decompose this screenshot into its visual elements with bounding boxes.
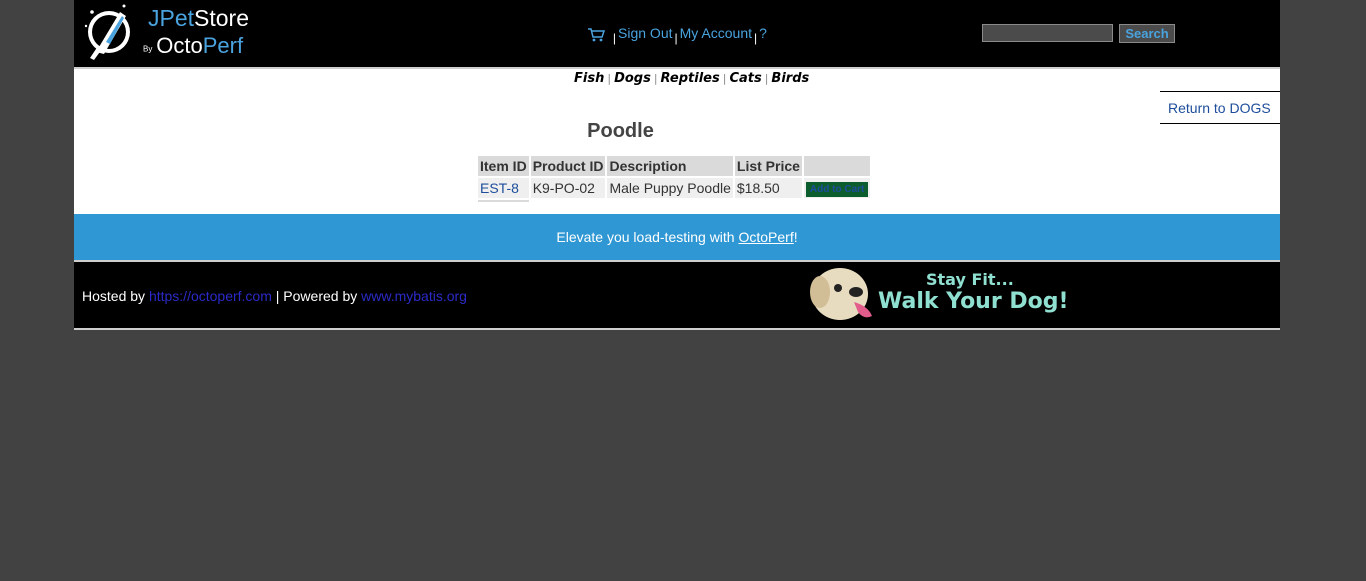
product-title: Poodle bbox=[587, 120, 654, 142]
footer-cell bbox=[735, 200, 802, 202]
logo-by: By bbox=[143, 44, 153, 54]
quicklink-separator: | bbox=[607, 72, 612, 85]
search-input[interactable] bbox=[982, 24, 1113, 42]
search-button[interactable]: Search bbox=[1119, 24, 1175, 43]
my-account-link[interactable]: My Account bbox=[680, 25, 752, 41]
column-header-list-price: List Price bbox=[734, 156, 802, 176]
add-to-cart-button[interactable]: Add to Cart bbox=[805, 182, 869, 197]
footer-cell bbox=[607, 200, 732, 202]
logo-brand-octo: Octo bbox=[156, 33, 203, 58]
table-footer-row bbox=[478, 200, 870, 202]
sign-out-link[interactable]: Sign Out bbox=[618, 25, 672, 41]
promo-line-walk-your-dog: Walk Your Dog! bbox=[878, 289, 1069, 314]
footer-cell bbox=[804, 200, 870, 202]
logo-subtitle: By OctoPerf bbox=[143, 33, 243, 62]
footer-credits: Hosted by https://octoperf.com | Powered… bbox=[82, 288, 467, 304]
quicklink-reptiles[interactable]: Reptiles bbox=[661, 71, 720, 86]
promo-line-stay-fit: Stay Fit... bbox=[926, 270, 1014, 289]
column-header-action bbox=[803, 156, 871, 176]
header: JPetStore By OctoPerf | Sign Out | My Accou… bbox=[74, 0, 1280, 69]
column-header-item-id: Item ID bbox=[478, 156, 529, 176]
cell-item-id: EST-8 bbox=[478, 178, 529, 198]
hosted-by-label: Hosted by bbox=[82, 288, 149, 304]
column-header-product-id: Product ID bbox=[530, 156, 606, 176]
cart-icon bbox=[588, 28, 605, 42]
walk-your-dog-banner: Stay Fit... Walk Your Dog! bbox=[808, 262, 1078, 324]
table-row: EST-8 K9-PO-02 Male Puppy Poodle $18.50 … bbox=[478, 178, 871, 198]
mybatis-link[interactable]: www.mybatis.org bbox=[361, 288, 467, 304]
quicklink-birds[interactable]: Birds bbox=[771, 71, 809, 86]
quicklink-fish[interactable]: Fish bbox=[574, 71, 604, 86]
logo-word-jpet: JPet bbox=[148, 5, 195, 31]
cart-link[interactable] bbox=[588, 25, 611, 42]
octoperf-link[interactable]: https://octoperf.com bbox=[149, 288, 272, 304]
promo-banner: Elevate you load-testing with OctoPerf! bbox=[74, 214, 1280, 262]
footer-cell bbox=[478, 200, 529, 202]
logo-brand-perf: Perf bbox=[202, 33, 244, 58]
footer-cell bbox=[531, 200, 606, 202]
menu-separator: | bbox=[754, 31, 758, 45]
logo-title: JPetStore bbox=[148, 4, 249, 32]
rocket-icon bbox=[84, 4, 130, 60]
banner-text-end: ! bbox=[793, 229, 798, 245]
cell-product-id: K9-PO-02 bbox=[530, 178, 606, 198]
column-header-description: Description bbox=[607, 156, 733, 176]
quicklink-separator: | bbox=[764, 72, 769, 85]
octoperf-banner-link[interactable]: OctoPerf bbox=[738, 229, 793, 245]
table-header-row: Item ID Product ID Description List Pric… bbox=[478, 156, 871, 176]
cell-description: Male Puppy Poodle bbox=[607, 178, 733, 198]
footer: Hosted by https://octoperf.com | Powered… bbox=[74, 262, 1280, 330]
dog-face-icon bbox=[810, 268, 872, 320]
quicklink-cats[interactable]: Cats bbox=[729, 71, 761, 86]
quicklink-separator: | bbox=[653, 72, 658, 85]
main-content: Return to DOGS Poodle Item ID Product ID… bbox=[74, 91, 1280, 214]
return-to-dogs-link[interactable]: Return to DOGS bbox=[1168, 100, 1271, 116]
menu-separator: | bbox=[612, 31, 617, 45]
item-id-link[interactable]: EST-8 bbox=[480, 180, 519, 196]
page-wrapper: JPetStore By OctoPerf | Sign Out | My Accou… bbox=[74, 0, 1280, 330]
category-quicklinks: Fish | Dogs | Reptiles | Cats | Birds bbox=[74, 69, 1280, 91]
jpetstore-logo[interactable]: JPetStore By OctoPerf bbox=[82, 2, 262, 62]
menu-separator: | bbox=[674, 31, 678, 45]
logo-word-store: Store bbox=[194, 5, 250, 31]
items-table: Item ID Product ID Description List Pric… bbox=[476, 154, 872, 204]
quicklink-dogs[interactable]: Dogs bbox=[614, 71, 651, 86]
cell-action: Add to Cart bbox=[803, 178, 871, 198]
cell-list-price: $18.50 bbox=[734, 178, 802, 198]
header-menu: | Sign Out | My Account |? bbox=[588, 25, 767, 45]
quicklink-separator: | bbox=[722, 72, 727, 85]
back-link-box: Return to DOGS bbox=[1160, 91, 1280, 124]
quicklinks-list: Fish | Dogs | Reptiles | Cats | Birds bbox=[574, 71, 809, 86]
powered-by-label: | Powered by bbox=[271, 288, 362, 304]
banner-text: Elevate you load-testing with bbox=[556, 229, 739, 245]
help-link[interactable]: ? bbox=[759, 25, 767, 41]
